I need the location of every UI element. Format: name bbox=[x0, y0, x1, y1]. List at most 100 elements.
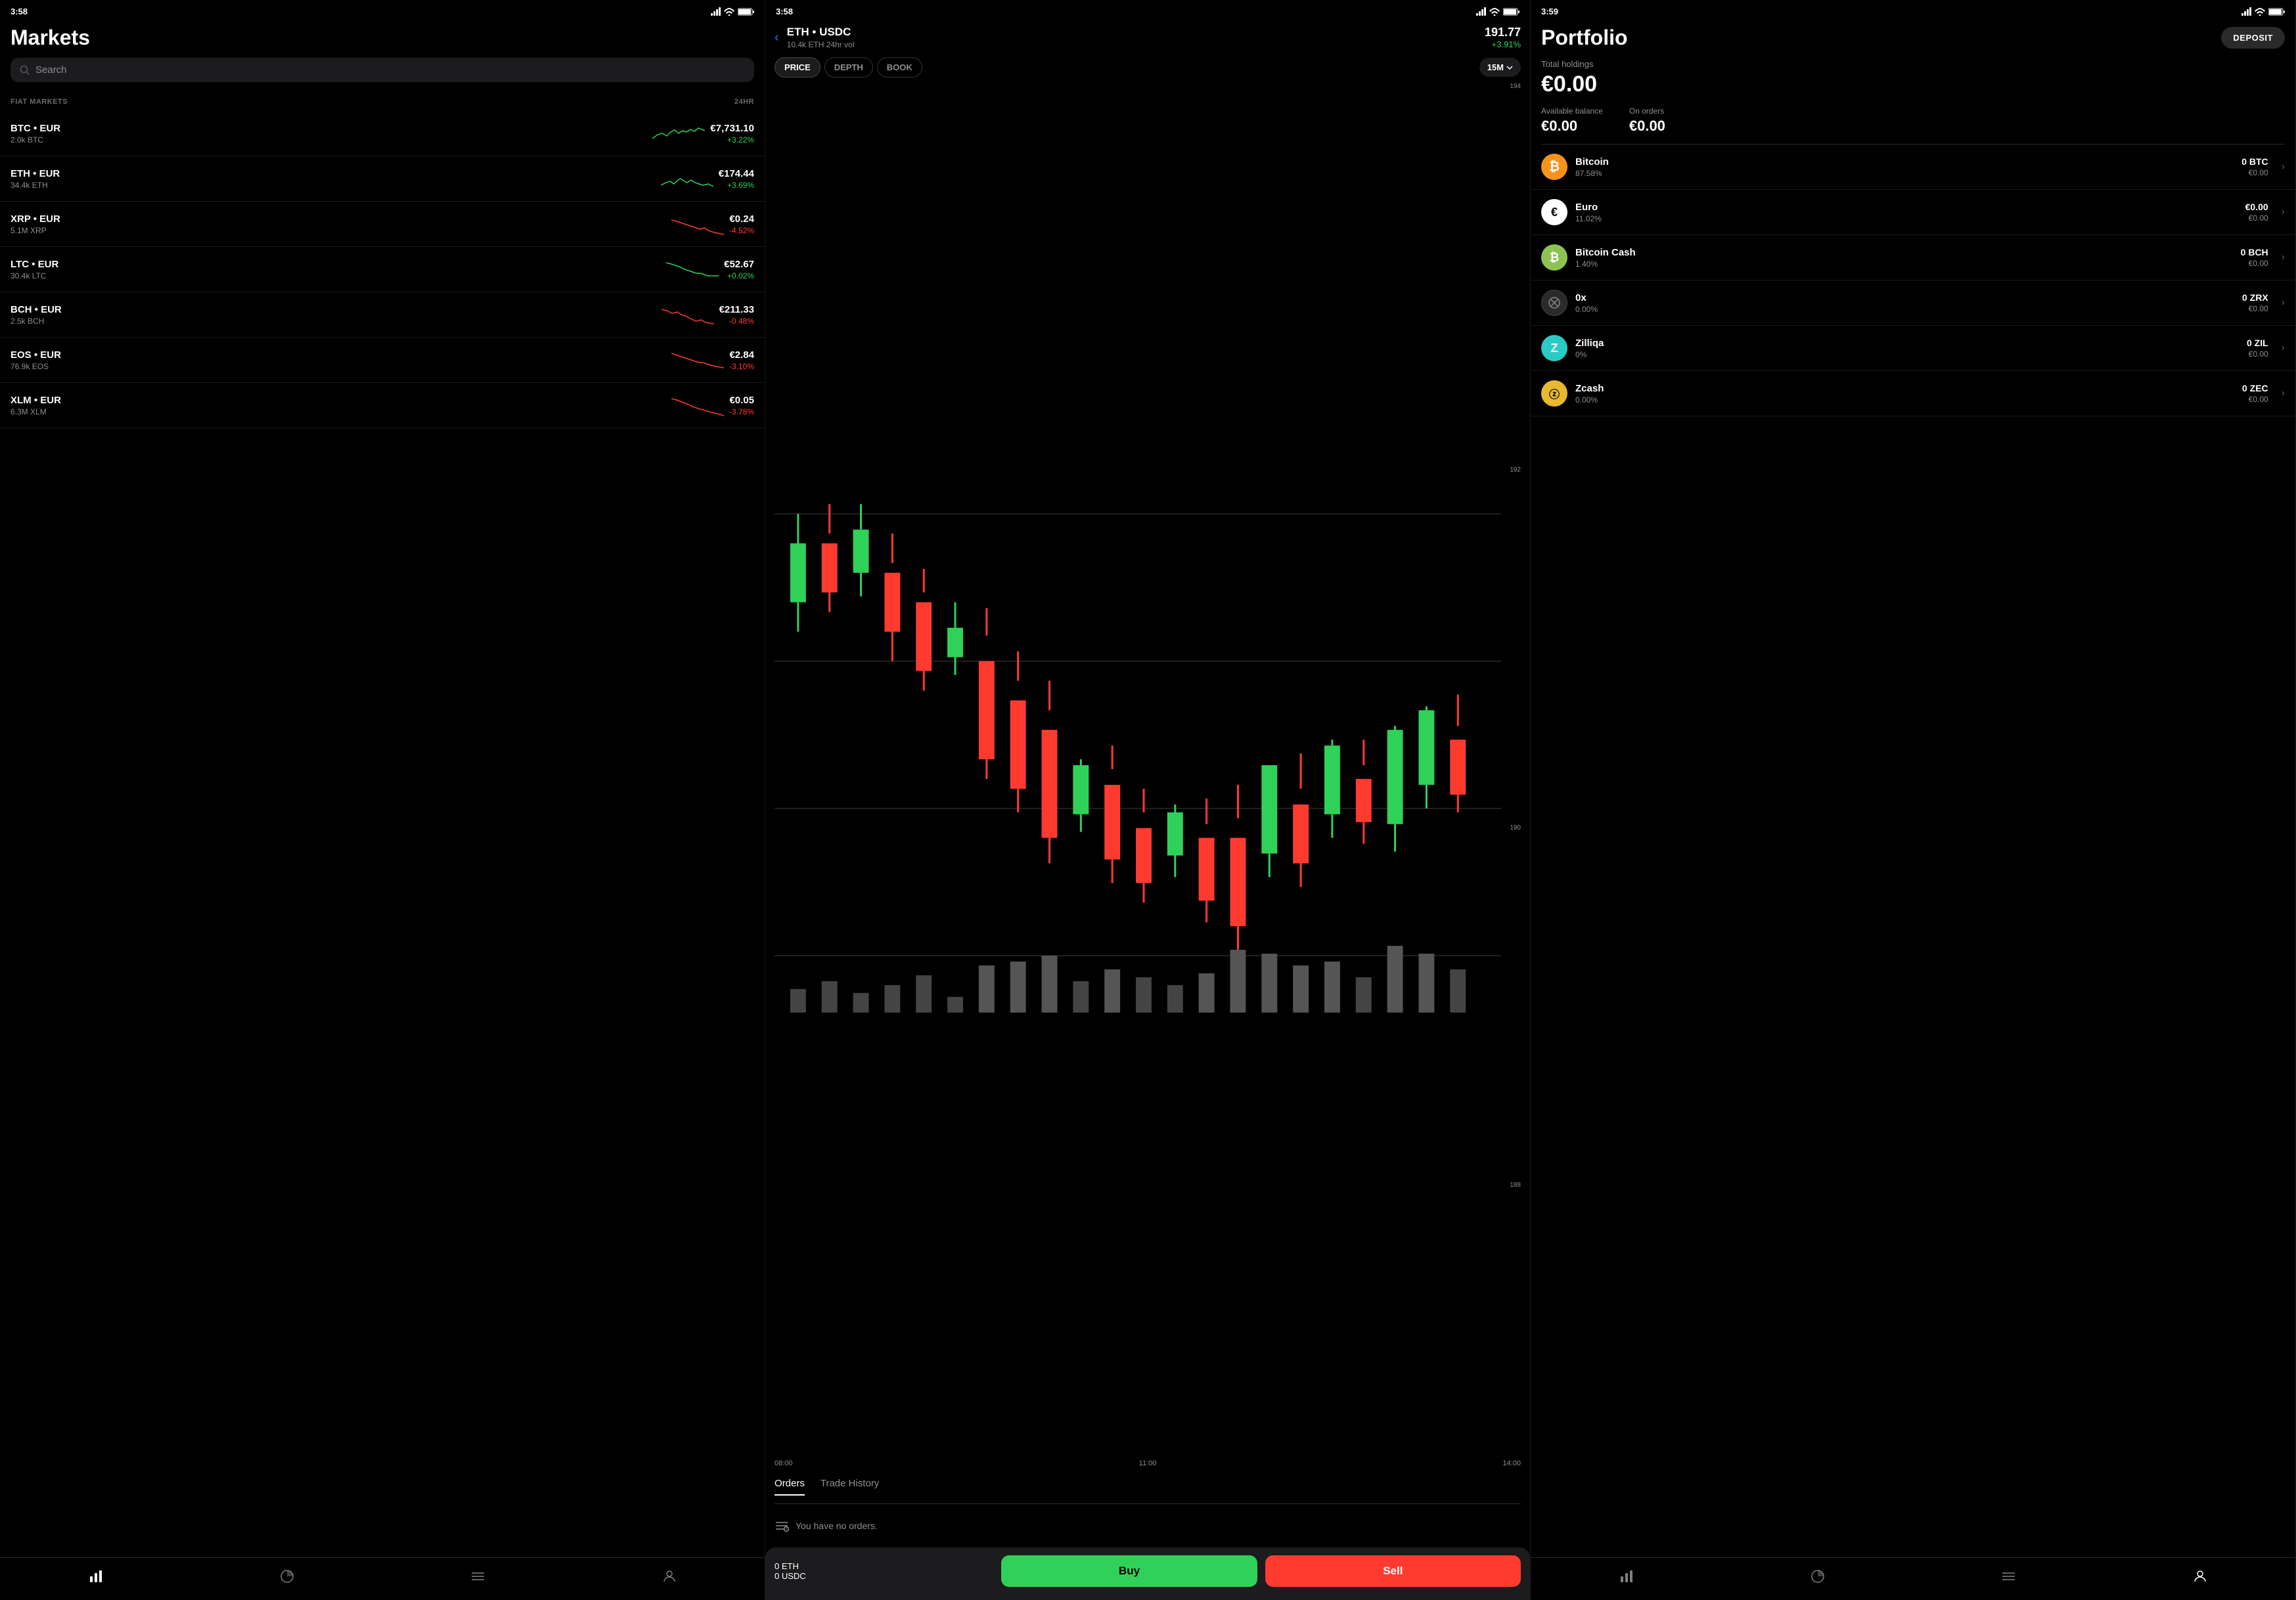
market-price-ltc: €52.67 bbox=[724, 259, 754, 270]
asset-item-zilliqa[interactable]: Z Zilliqa 0% 0 ZIL €0.00 › bbox=[1531, 326, 2295, 371]
nav-markets[interactable] bbox=[78, 1566, 114, 1587]
portfolio-panel: 3:59 Portfolio DEPOSIT Total holdings €0… bbox=[1531, 0, 2296, 1600]
nav-orders-portfolio[interactable] bbox=[1991, 1566, 2027, 1587]
asset-info-zcash: Zcash 0.00% bbox=[1575, 383, 2234, 405]
market-item-xrp-eur[interactable]: XRP • EUR 5.1M XRP €0.24 -4.52% bbox=[0, 202, 765, 247]
fiat-markets-header: FIAT MARKETS 24HR bbox=[0, 93, 765, 111]
chevron-right-zilliqa: › bbox=[2282, 342, 2285, 354]
market-change-bch: -0.48% bbox=[719, 317, 754, 326]
market-pair-xlm: XLM • EUR bbox=[11, 395, 666, 406]
no-orders-text: You have no orders. bbox=[796, 1521, 878, 1531]
asset-amounts-euro: €0.00 €0.00 bbox=[2245, 202, 2268, 223]
asset-item-zcash[interactable]: ⓩ Zcash 0.00% 0 ZEC €0.00 › bbox=[1531, 371, 2295, 416]
market-item-bch-eur[interactable]: BCH • EUR 2.5k BCH €211.33 -0.48% bbox=[0, 292, 765, 338]
asset-item-bitcoin[interactable]: ₿ Bitcoin 87.58% 0 BTC €0.00 › bbox=[1531, 144, 2295, 190]
asset-name-bitcoin: Bitcoin bbox=[1575, 156, 2234, 167]
status-time-markets: 3:58 bbox=[11, 7, 28, 16]
market-info-btc: BTC • EUR 2.0k BTC bbox=[11, 123, 647, 144]
asset-fiat-zilliqa: €0.00 bbox=[2247, 349, 2268, 359]
tab-price[interactable]: PRICE bbox=[775, 57, 821, 78]
asset-name-euro: Euro bbox=[1575, 202, 2238, 213]
market-price-block-eth: €174.44 +3.69% bbox=[719, 168, 754, 190]
mini-chart-xrp bbox=[671, 211, 724, 237]
market-info-eos: EOS • EUR 76.9k EOS bbox=[11, 349, 666, 371]
person-icon bbox=[662, 1568, 677, 1584]
tab-trade-history[interactable]: Trade History bbox=[821, 1478, 879, 1496]
trade-footer: 0 ETH 0 USDC Buy Sell bbox=[765, 1547, 1530, 1600]
market-price-eos: €2.84 bbox=[729, 349, 754, 361]
market-vol-xrp: 5.1M XRP bbox=[11, 226, 666, 235]
asset-amounts-zcash: 0 ZEC €0.00 bbox=[2242, 383, 2268, 404]
status-icons-chart bbox=[1476, 7, 1519, 16]
asset-item-bch[interactable]: ₿ Bitcoin Cash 1.40% 0 BCH €0.00 › bbox=[1531, 235, 2295, 280]
status-icons-portfolio bbox=[2241, 7, 2285, 16]
status-bar-markets: 3:58 bbox=[0, 0, 765, 20]
orders-divider bbox=[775, 1503, 1521, 1504]
deposit-button[interactable]: DEPOSIT bbox=[2221, 27, 2285, 49]
price-label-190: 190 bbox=[1510, 824, 1521, 832]
list-icon bbox=[470, 1568, 486, 1584]
signal-icon-chart bbox=[1476, 7, 1486, 16]
asset-crypto-zcash: 0 ZEC bbox=[2242, 383, 2268, 393]
asset-fiat-zcash: €0.00 bbox=[2242, 395, 2268, 404]
asset-item-0x[interactable]: 0x 0.00% 0 ZRX €0.00 › bbox=[1531, 280, 2295, 326]
asset-item-euro[interactable]: € Euro 11.02% €0.00 €0.00 › bbox=[1531, 190, 2295, 235]
asset-pct-zcash: 0.00% bbox=[1575, 395, 2234, 405]
market-item-ltc-eur[interactable]: LTC • EUR 30.4k LTC €52.67 +0.02% bbox=[0, 247, 765, 292]
market-item-btc-eur[interactable]: BTC • EUR 2.0k BTC €7,731.10 +3.22% bbox=[0, 111, 765, 156]
chart-tabs: PRICE DEPTH BOOK 15M bbox=[765, 53, 1530, 81]
market-item-eth-eur[interactable]: ETH • EUR 34.4k ETH €174.44 +3.69% bbox=[0, 156, 765, 202]
chevron-right-euro: › bbox=[2282, 206, 2285, 218]
market-price-block-btc: €7,731.10 +3.22% bbox=[710, 123, 754, 144]
tab-orders[interactable]: Orders bbox=[775, 1478, 805, 1496]
chart-price: 191.77 bbox=[1485, 26, 1521, 39]
zcash-icon: ⓩ bbox=[1541, 380, 1567, 407]
search-bar[interactable]: Search bbox=[11, 58, 754, 82]
tab-book[interactable]: BOOK bbox=[877, 57, 922, 78]
wifi-icon-portfolio bbox=[2255, 8, 2265, 16]
market-pair-bch: BCH • EUR bbox=[11, 304, 656, 315]
asset-name-zcash: Zcash bbox=[1575, 383, 2234, 394]
pie-chart-icon bbox=[279, 1568, 295, 1584]
chart-title-block: ETH • USDC 10.4k ETH 24hr vol bbox=[787, 26, 1477, 49]
asset-pct-bch: 1.40% bbox=[1575, 259, 2233, 269]
status-bar-portfolio: 3:59 bbox=[1531, 0, 2295, 20]
market-price-block-eos: €2.84 -3.10% bbox=[729, 349, 754, 371]
back-button[interactable]: ‹ bbox=[775, 30, 779, 45]
market-item-xlm-eur[interactable]: XLM • EUR 6.3M XLM €0.05 -3.78% bbox=[0, 383, 765, 428]
market-change-xrp: -4.52% bbox=[729, 226, 754, 235]
bch-icon: ₿ bbox=[1541, 244, 1567, 271]
nav-history-portfolio[interactable] bbox=[1799, 1566, 1836, 1587]
asset-fiat-bch: €0.00 bbox=[2241, 259, 2268, 268]
market-price-block-bch: €211.33 -0.48% bbox=[719, 304, 754, 326]
chevron-right-bch: › bbox=[2282, 252, 2285, 263]
market-change-ltc: +0.02% bbox=[724, 271, 754, 280]
asset-crypto-0x: 0 ZRX bbox=[2242, 292, 2268, 303]
bottom-nav-markets bbox=[0, 1557, 765, 1600]
mini-chart-ltc bbox=[666, 256, 719, 282]
tab-depth[interactable]: DEPTH bbox=[824, 57, 873, 78]
asset-amounts-bitcoin: 0 BTC €0.00 bbox=[2241, 156, 2268, 177]
nav-portfolio-history[interactable] bbox=[269, 1566, 305, 1587]
market-change-eth: +3.69% bbox=[719, 181, 754, 190]
search-icon bbox=[20, 65, 30, 76]
chart-pair: ETH • USDC bbox=[787, 26, 1477, 39]
nav-markets-portfolio[interactable] bbox=[1608, 1566, 1645, 1587]
market-vol-xlm: 6.3M XLM bbox=[11, 407, 666, 416]
nav-account[interactable] bbox=[651, 1566, 688, 1587]
on-orders-value: €0.00 bbox=[1629, 118, 1665, 135]
available-balance-label: Available balance bbox=[1541, 106, 1603, 116]
market-pair-eth: ETH • EUR bbox=[11, 168, 656, 179]
market-info-bch: BCH • EUR 2.5k BCH bbox=[11, 304, 656, 326]
total-holdings-label: Total holdings bbox=[1531, 53, 2295, 70]
sell-button[interactable]: Sell bbox=[1265, 1555, 1521, 1587]
time-selector[interactable]: 15M bbox=[1479, 58, 1521, 77]
asset-pct-bitcoin: 87.58% bbox=[1575, 169, 2234, 178]
market-vol-btc: 2.0k BTC bbox=[11, 135, 647, 144]
mini-chart-bch bbox=[662, 301, 714, 328]
nav-account-portfolio[interactable] bbox=[2182, 1566, 2218, 1587]
buy-button[interactable]: Buy bbox=[1001, 1555, 1257, 1587]
market-price-bch: €211.33 bbox=[719, 304, 754, 315]
market-item-eos-eur[interactable]: EOS • EUR 76.9k EOS €2.84 -3.10% bbox=[0, 338, 765, 383]
nav-orders[interactable] bbox=[460, 1566, 497, 1587]
